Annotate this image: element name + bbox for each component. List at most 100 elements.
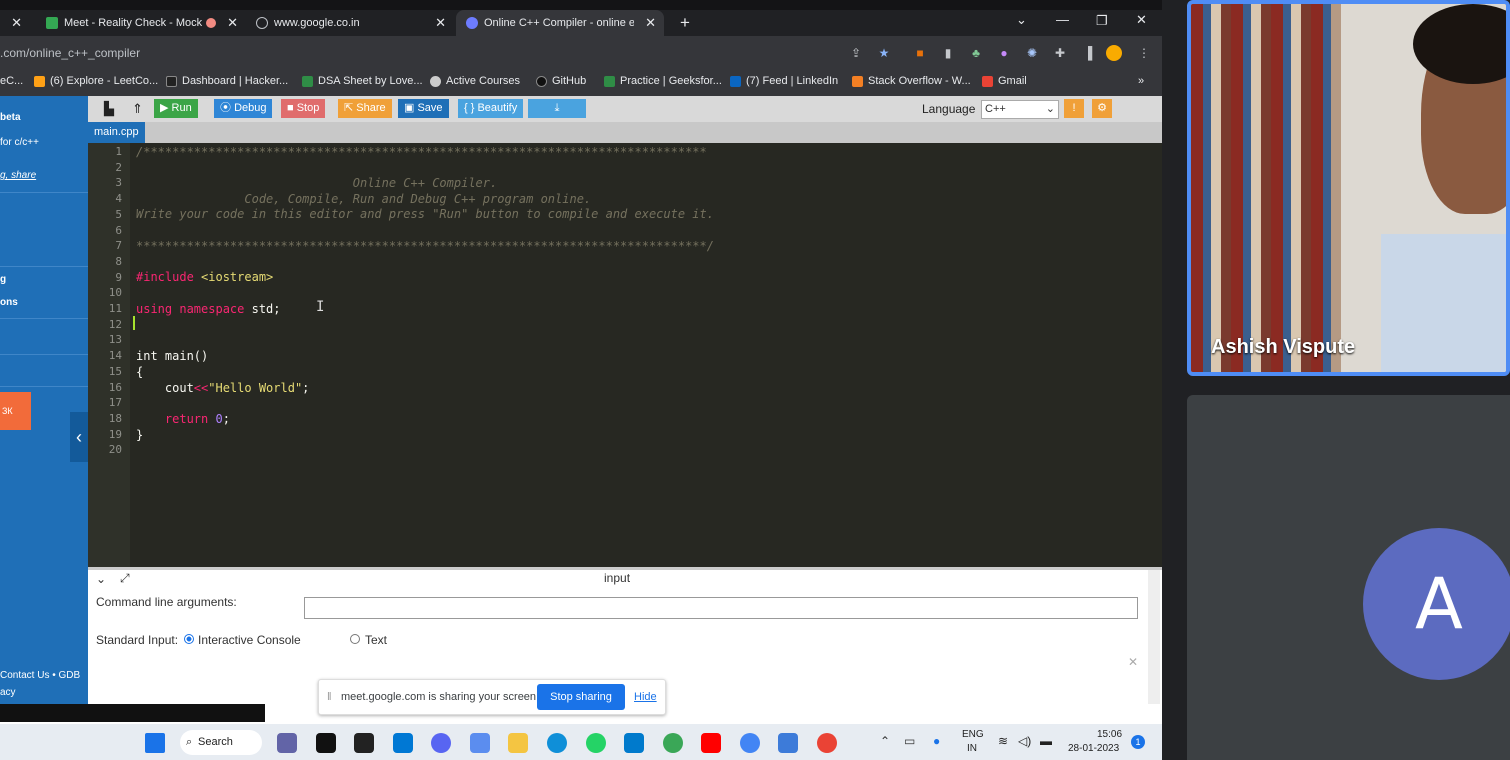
tab-meet[interactable]: Meet - Reality Check - Mock ✕ <box>36 10 246 36</box>
gear-icon[interactable]: ⚙ <box>1092 99 1112 118</box>
discord-icon[interactable] <box>431 733 451 753</box>
extension-icon[interactable]: ♣ <box>968 45 984 61</box>
bookmark-item[interactable]: (6) Explore - LeetCo... <box>34 75 158 87</box>
tab-compiler[interactable]: Online C++ Compiler - online ec ✕ <box>456 10 664 36</box>
language-select[interactable]: C++ ⌄ <box>981 100 1059 119</box>
keyboard-icon[interactable]: ▭ <box>904 734 915 748</box>
teams-icon[interactable] <box>277 733 297 753</box>
extension-icon[interactable]: ■ <box>912 45 928 61</box>
taskbar-search[interactable]: ⌕ Search <box>180 730 262 755</box>
code-editor[interactable]: 1 2 3 4 5 6 7 8 9 10 11 12 13 14 15 16 17 18 19 20 /*******… <box>88 143 1162 567</box>
clock-time[interactable]: 15:06 <box>1097 729 1122 740</box>
puzzle-icon[interactable]: ✚ <box>1052 45 1068 61</box>
sidebar-item[interactable]: g <box>0 274 6 285</box>
notepad-icon[interactable] <box>778 733 798 753</box>
upload-icon[interactable]: ⇑ <box>126 99 149 118</box>
footer-links[interactable]: acy <box>0 687 16 698</box>
close-icon[interactable]: ✕ <box>645 15 656 31</box>
bookmark-item[interactable]: Gmail <box>982 75 1027 87</box>
tab-partial[interactable]: ✕ <box>0 10 30 36</box>
language-indicator[interactable]: ENG <box>962 729 984 740</box>
tab-google[interactable]: www.google.co.in ✕ <box>246 10 454 36</box>
bookmark-item[interactable]: (7) Feed | LinkedIn <box>730 75 838 87</box>
run-button[interactable]: ▶ Run <box>154 99 198 118</box>
url-text[interactable]: .com/online_c++_compiler <box>0 46 140 60</box>
drag-handle-icon[interactable]: ‖ <box>327 691 332 703</box>
collapse-sidebar-button[interactable]: ‹ <box>70 412 88 462</box>
menu-icon[interactable]: ⋮ <box>1136 45 1152 61</box>
expand-icon[interactable]: ⤢ <box>120 571 130 586</box>
stop-sharing-button[interactable]: Stop sharing <box>537 684 625 710</box>
footer-links[interactable]: Contact Us • GDB <box>0 670 80 681</box>
participant-video-tile[interactable]: Ashish Vispute <box>1187 0 1510 376</box>
bookmark-item[interactable]: Dashboard | Hacker... <box>166 75 288 87</box>
scrollbar[interactable] <box>1148 570 1160 704</box>
close-icon[interactable]: ✕ <box>227 15 238 31</box>
language-indicator-region[interactable]: IN <box>967 743 977 754</box>
bookmark-item[interactable]: DSA Sheet by Love... <box>302 75 423 87</box>
line-number: 3 <box>115 176 122 190</box>
window-close-icon[interactable]: ✕ <box>1136 12 1147 38</box>
react-icon[interactable]: ✺ <box>1024 45 1040 61</box>
clock-date[interactable]: 28-01-2023 <box>1068 743 1119 754</box>
bookmark-item[interactable]: eC... <box>0 75 23 87</box>
close-icon[interactable]: ✕ <box>435 15 446 31</box>
bookmark-item[interactable]: Practice | Geeksfor... <box>604 75 722 87</box>
sidebar-item[interactable]: ons <box>0 297 18 308</box>
bookmark-star-icon[interactable]: ★ <box>876 45 892 61</box>
chrome-icon[interactable] <box>740 733 760 753</box>
participant-avatar-tile[interactable]: A <box>1187 395 1510 760</box>
new-tab-button[interactable]: + <box>670 10 696 36</box>
volume-icon[interactable]: ◁) <box>1018 734 1031 748</box>
minimize-icon[interactable]: — <box>1056 12 1069 38</box>
bookmark-item[interactable]: Active Courses <box>430 75 520 87</box>
save-button[interactable]: ▣ Save <box>398 99 449 118</box>
code-line: /***************************************… <box>136 145 707 159</box>
collapse-chevron-icon[interactable]: ⌄ <box>96 572 106 586</box>
download-button[interactable]: ⤓ <box>528 99 586 118</box>
close-icon[interactable]: ✕ <box>1128 655 1138 669</box>
tab-search-icon[interactable]: ⌄ <box>1016 12 1027 38</box>
app-icon[interactable] <box>663 733 683 753</box>
windows-start-icon[interactable] <box>145 733 165 753</box>
stop-button[interactable]: ■ Stop <box>281 99 326 118</box>
sidepanel-icon[interactable]: ▐ <box>1080 45 1096 61</box>
chevron-up-icon[interactable]: ⌃ <box>880 734 890 748</box>
whatsapp-icon[interactable] <box>586 733 606 753</box>
extension-icon[interactable]: ● <box>996 45 1012 61</box>
chrome-canary-icon[interactable] <box>817 733 837 753</box>
beautify-button[interactable]: { } Beautify <box>458 99 524 118</box>
app-icon[interactable] <box>354 733 374 753</box>
youtube-icon[interactable] <box>701 733 721 753</box>
bookmarks-overflow[interactable]: » <box>1138 75 1144 87</box>
microphone-icon[interactable]: ● <box>933 734 940 748</box>
info-icon[interactable]: ! <box>1064 99 1084 118</box>
share-button[interactable]: ⇱ Share <box>338 99 392 118</box>
sidebar-promo-button[interactable]: ЗК <box>0 392 31 430</box>
cmd-args-input[interactable] <box>304 597 1138 619</box>
close-icon[interactable]: ✕ <box>11 15 22 31</box>
file-tab-main[interactable]: main.cpp <box>88 122 145 143</box>
profile-avatar[interactable] <box>1106 45 1122 61</box>
remote-desktop-icon[interactable] <box>393 733 413 753</box>
share-page-icon[interactable]: ⇪ <box>848 45 864 61</box>
wifi-icon[interactable]: ≋ <box>998 734 1008 748</box>
file-explorer-icon[interactable] <box>508 733 528 753</box>
sidebar-link[interactable]: g, share <box>0 170 36 181</box>
debug-button[interactable]: ⦿ Debug <box>214 99 273 118</box>
battery-icon[interactable]: ▬ <box>1040 734 1052 748</box>
terminal-icon[interactable] <box>316 733 336 753</box>
edge-icon[interactable] <box>547 733 567 753</box>
text-radio[interactable] <box>350 634 360 644</box>
restore-icon[interactable]: ❐ <box>1096 13 1108 39</box>
new-file-icon[interactable]: ▙ <box>98 99 120 118</box>
address-bar[interactable]: .com/online_c++_compiler ⇪ ★ ■ ▮ ♣ ● ✺ ✚… <box>0 40 1162 68</box>
bookmark-item[interactable]: Stack Overflow - W... <box>852 75 971 87</box>
hide-link[interactable]: Hide <box>634 691 657 703</box>
app-icon[interactable] <box>470 733 490 753</box>
vscode-icon[interactable] <box>624 733 644 753</box>
extension-icon[interactable]: ▮ <box>940 45 956 61</box>
notification-badge[interactable]: 1 <box>1131 735 1145 749</box>
bookmark-item[interactable]: GitHub <box>536 75 586 87</box>
interactive-console-radio[interactable] <box>184 634 194 644</box>
